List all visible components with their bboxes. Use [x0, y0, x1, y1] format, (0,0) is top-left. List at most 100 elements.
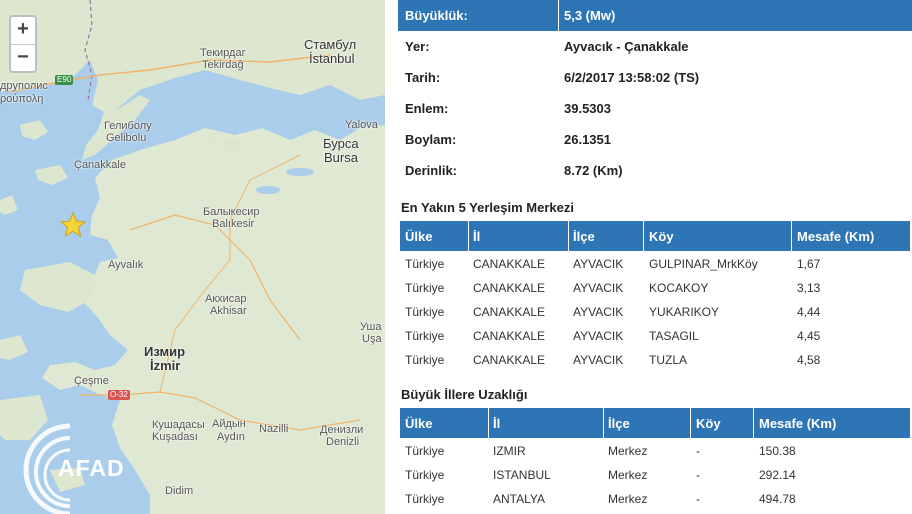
zoom-out-button[interactable]: − — [11, 44, 35, 71]
cell-distance: 494.78 — [759, 492, 796, 506]
col-header-village: Köy — [649, 229, 674, 244]
cell-village: - — [696, 468, 700, 482]
cell-distance: 1,67 — [797, 257, 821, 271]
cell-district: Merkez — [608, 444, 648, 458]
cell-province: CANAKKALE — [473, 305, 546, 319]
big-cities-distance-title: Büyük İllere Uzaklığı — [401, 387, 528, 402]
map-label-istanbul: İstanbul — [309, 51, 355, 66]
map-label-alexandroupoli: дрyполис — [0, 80, 48, 92]
map-label-usak-cyr: Уша — [360, 321, 382, 333]
road-shield-e90: E90 — [55, 75, 74, 85]
cell-country: Türkiye — [405, 305, 445, 319]
col-header-country: Ülke — [405, 416, 433, 431]
road-shield-o32: O-32 — [108, 390, 130, 400]
map-label-didim: Didim — [165, 485, 194, 497]
cell-district: AYVACIK — [573, 353, 624, 367]
earthquake-info-panel: Büyüklük: 5,3 (Mw) Yer: Ayvacık - Çanakk… — [398, 0, 912, 514]
cell-country: Türkiye — [405, 281, 445, 295]
map-label-nazilli: Nazilli — [259, 423, 289, 435]
table-header: Ülke İl İlçe Köy Mesafe (Km) — [400, 408, 910, 438]
nearest-settlements-table: Ülke İl İlçe Köy Mesafe (Km) Türkiye CAN… — [400, 221, 910, 371]
map-label-canakkale: Çanakkale — [74, 159, 126, 171]
table-row: Türkiye CANAKKALE AYVACIK TASAGIL 4,45 — [400, 323, 910, 347]
zoom-in-button[interactable]: + — [11, 17, 35, 44]
cell-village: - — [696, 492, 700, 506]
map-label-izmir: İzmir — [150, 358, 181, 373]
info-key: Yer: — [405, 39, 430, 54]
info-value: 5,3 (Mw) — [564, 8, 616, 23]
table-row: Türkiye CANAKKALE AYVACIK GULPINAR_MrkKö… — [400, 251, 910, 275]
map-label-denizli-cyr: Денизли — [320, 424, 364, 436]
cell-country: Türkiye — [405, 329, 445, 343]
earthquake-map[interactable]: + − Стамбул İstanbul Текирдаг Tekirdağ д… — [0, 0, 385, 514]
cell-distance: 4,44 — [797, 305, 821, 319]
cell-country: Türkiye — [405, 353, 445, 367]
info-key: Büyüklük: — [405, 8, 468, 23]
cell-district: AYVACIK — [573, 329, 624, 343]
cell-village: - — [696, 444, 700, 458]
map-label-balikesir: Balıkesir — [212, 218, 255, 230]
info-key: Tarih: — [405, 70, 441, 85]
cell-province: IZMIR — [493, 444, 526, 458]
map-label-gelibolu: Gelibolu — [106, 132, 147, 144]
map-label-istanbul-cyr: Стамбул — [304, 37, 357, 52]
col-header-distance: Mesafe (Km) — [759, 416, 837, 431]
map-label-izmir-cyr: Измир — [144, 344, 186, 359]
col-header-village: Köy — [696, 416, 721, 431]
info-row-longitude: Boylam: 26.1351 — [398, 124, 912, 155]
info-key: Boylam: — [405, 132, 457, 147]
info-value: 26.1351 — [564, 132, 611, 147]
cell-country: Türkiye — [405, 257, 445, 271]
map-label-tekirdag: Tekirdağ — [202, 59, 244, 71]
afad-logo-text: AFAD — [58, 455, 125, 481]
info-row-location: Yer: Ayvacık - Çanakkale — [398, 31, 912, 62]
cell-province: ISTANBUL — [493, 468, 551, 482]
zoom-control: + − — [9, 15, 37, 73]
cell-district: AYVACIK — [573, 305, 624, 319]
cell-province: ANTALYA — [493, 492, 546, 506]
cell-country: Türkiye — [405, 444, 445, 458]
map-label-balikesir-cyr: Балыкесир — [203, 206, 260, 218]
table-row: Türkiye CANAKKALE AYVACIK KOCAKOY 3,13 — [400, 275, 910, 299]
cell-district: AYVACIK — [573, 257, 624, 271]
table-row: Türkiye ISTANBUL Merkez - 292.14 — [400, 462, 910, 486]
cell-province: CANAKKALE — [473, 329, 546, 343]
table-header: Ülke İl İlçe Köy Mesafe (Km) — [400, 221, 910, 251]
col-header-district: İlçe — [573, 229, 595, 244]
info-row-depth: Derinlik: 8.72 (Km) — [398, 155, 912, 186]
map-label-gelibolu-cyr: Гелиболу — [104, 120, 152, 132]
info-value: 39.5303 — [564, 101, 611, 116]
map-label-aydin: Aydın — [217, 431, 245, 443]
cell-village: KOCAKOY — [649, 281, 709, 295]
cell-distance: 4,45 — [797, 329, 821, 343]
map-label-alexandroupoli-greek: ρούπολη — [0, 93, 44, 105]
map-label-bursa-cyr: Бурса — [323, 136, 359, 151]
map-label-yalova: Yalova — [345, 119, 378, 131]
cell-village: YUKARIKOY — [649, 305, 720, 319]
info-key: Derinlik: — [405, 163, 458, 178]
cell-village: GULPINAR_MrkKöy — [649, 257, 758, 271]
cell-country: Türkiye — [405, 468, 445, 482]
col-header-distance: Mesafe (Km) — [797, 229, 875, 244]
table-row: Türkiye ANTALYA Merkez - 494.78 — [400, 486, 910, 510]
info-value: 6/2/2017 13:58:02 (TS) — [564, 70, 700, 85]
cell-district: Merkez — [608, 492, 648, 506]
cell-country: Türkiye — [405, 492, 445, 506]
info-row-latitude: Enlem: 39.5303 — [398, 93, 912, 124]
cell-province: CANAKKALE — [473, 353, 546, 367]
cell-district: AYVACIK — [573, 281, 624, 295]
cell-province: CANAKKALE — [473, 257, 546, 271]
table-row: Türkiye CANAKKALE AYVACIK YUKARIKOY 4,44 — [400, 299, 910, 323]
col-header-province: İl — [493, 416, 501, 431]
epicenter-star-icon[interactable] — [60, 212, 86, 238]
cell-distance: 292.14 — [759, 468, 796, 482]
table-row: Türkiye IZMIR Merkez - 150.38 — [400, 438, 910, 462]
cell-distance: 150.38 — [759, 444, 796, 458]
cell-district: Merkez — [608, 468, 648, 482]
cell-village: TASAGIL — [649, 329, 699, 343]
map-label-usak: Uşa — [362, 333, 382, 345]
info-key: Enlem: — [405, 101, 449, 116]
table-row: Türkiye CANAKKALE AYVACIK TUZLA 4,58 — [400, 347, 910, 371]
col-header-province: İl — [473, 229, 481, 244]
map-label-akhisar: Akhisar — [210, 305, 247, 317]
